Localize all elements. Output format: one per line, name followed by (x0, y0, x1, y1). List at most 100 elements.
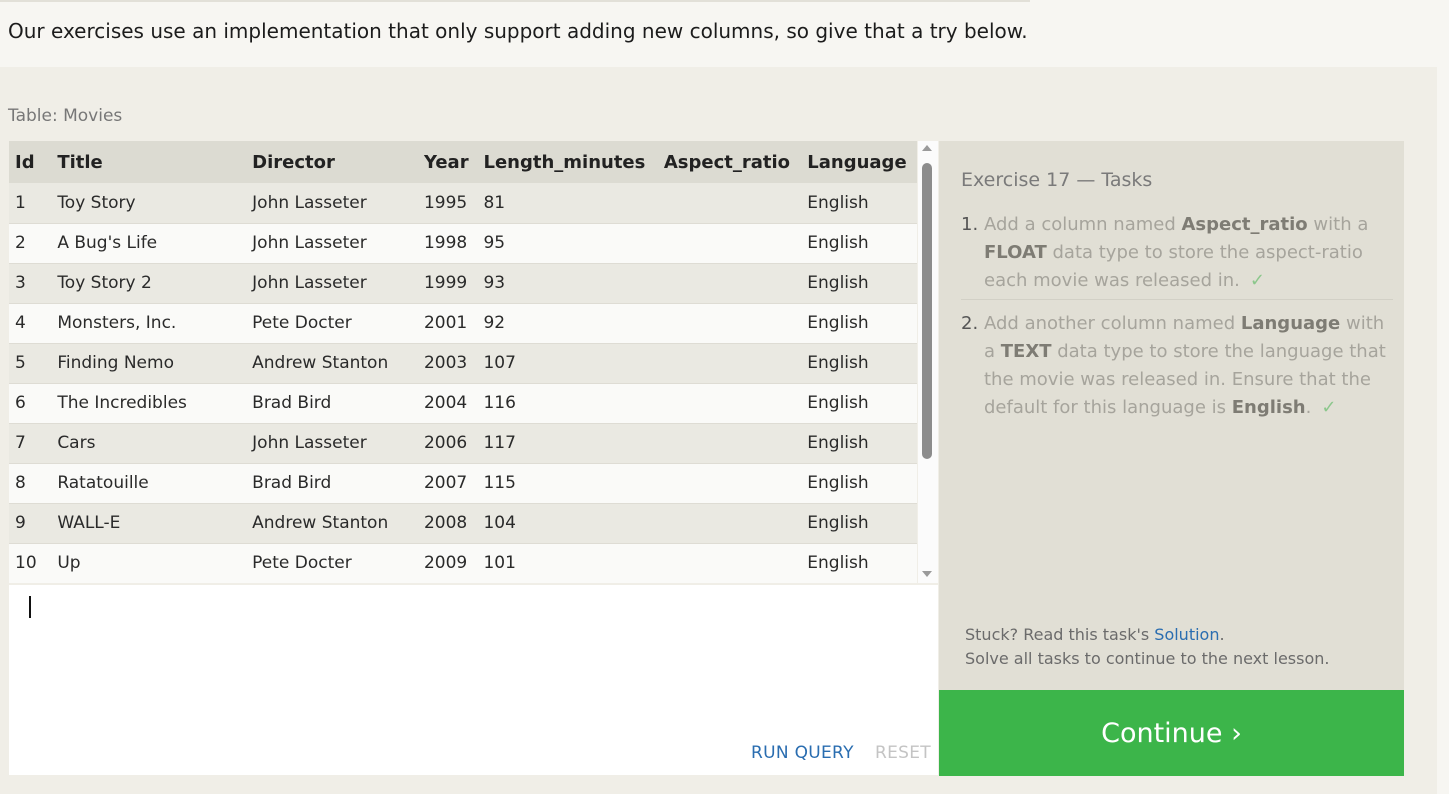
cell-aspect-ratio (664, 543, 807, 583)
task-keyword: TEXT (1000, 341, 1052, 362)
cell-year: 1995 (423, 192, 468, 213)
cell-year: 2006 (423, 433, 468, 453)
cell-aspect-ratio (664, 183, 807, 223)
cell-aspect-ratio (664, 223, 807, 263)
movies-table-container: Id Title Director Year Length_minutes As… (9, 141, 917, 583)
sql-editor[interactable]: RUN QUERY RESET (9, 585, 938, 775)
cell-length-minutes: 93 (483, 273, 506, 293)
task-number: 1. (961, 214, 979, 235)
run-query-button[interactable]: RUN QUERY (751, 743, 854, 763)
cell-length-minutes: 81 (483, 192, 506, 213)
cell-director: Pete Docter (252, 553, 352, 573)
cell-title: Cars (57, 433, 96, 453)
table-scrollbar[interactable] (918, 141, 938, 583)
task-text: . (1305, 397, 1312, 418)
cell-id: 5 (15, 353, 26, 373)
table-row: 10 Up Pete Docter 2009 101 English (9, 543, 917, 583)
cell-aspect-ratio (664, 463, 807, 503)
cell-aspect-ratio (664, 423, 807, 463)
cell-director: John Lasseter (252, 433, 367, 453)
task-item: 1. Add a column named Aspect_ratio with … (961, 211, 1393, 300)
cell-id: 7 (15, 433, 26, 453)
column-header-aspect-ratio: Aspect_ratio (663, 151, 791, 173)
task-keyword: Aspect_ratio (1181, 214, 1308, 235)
cell-title: A Bug's Life (57, 233, 158, 253)
cell-id: 6 (15, 393, 26, 413)
cell-title: Monsters, Inc. (57, 313, 177, 333)
cell-director: Pete Docter (252, 313, 352, 333)
column-header-id: Id (15, 151, 35, 173)
page-scrollbar[interactable] (1437, 0, 1449, 794)
table-caption: Table: Movies (8, 106, 123, 126)
cell-language: English (807, 433, 869, 453)
table-body: 1 Toy Story John Lasseter 1995 81 English 2 A B… (9, 183, 917, 583)
cell-director: Andrew Stanton (252, 353, 389, 373)
cell-aspect-ratio (664, 503, 807, 543)
cell-language: English (807, 192, 869, 213)
task-text: with a (1307, 214, 1369, 235)
cell-id: 10 (15, 553, 37, 573)
check-icon: ✓ (1321, 397, 1337, 418)
intro-band: Our exercises use an implementation that… (0, 0, 1437, 67)
cell-length-minutes: 116 (483, 393, 516, 413)
cell-director: Brad Bird (252, 473, 332, 493)
table-row: 6 The Incredibles Brad Bird 2004 116 English (9, 383, 917, 423)
table-row: 8 Ratatouille Brad Bird 2007 115 English (9, 463, 917, 503)
cell-director: Brad Bird (252, 393, 332, 413)
column-header-length-minutes: Length_minutes (483, 151, 646, 173)
scroll-down-arrow-icon[interactable] (922, 571, 932, 577)
table-row: 4 Monsters, Inc. Pete Docter 2001 92 English (9, 303, 917, 343)
cell-aspect-ratio (664, 303, 807, 343)
task-text: Add another column named (984, 313, 1241, 334)
stuck-text-end: . (1219, 625, 1225, 644)
cell-id: 4 (15, 313, 26, 333)
cell-id: 2 (15, 233, 26, 253)
column-header-year: Year (423, 151, 469, 173)
cell-length-minutes: 92 (483, 313, 506, 333)
text-caret (29, 596, 31, 618)
help-text: Stuck? Read this task's Solution. Solve … (965, 623, 1329, 671)
tasks-title: Exercise 17 — Tasks (961, 169, 1153, 191)
scroll-thumb[interactable] (922, 163, 932, 459)
continue-button[interactable]: Continue › (939, 690, 1404, 776)
cell-language: English (807, 473, 869, 493)
scroll-up-arrow-icon[interactable] (922, 145, 932, 151)
cell-year: 2004 (423, 393, 468, 413)
cell-year: 1998 (423, 233, 468, 253)
cell-year: 1999 (423, 273, 468, 293)
cell-year: 2001 (423, 313, 468, 333)
cell-language: English (807, 233, 869, 253)
cell-length-minutes: 115 (483, 473, 516, 493)
stuck-text: Stuck? Read this task's (965, 625, 1155, 644)
task-list: 1. Add a column named Aspect_ratio with … (961, 211, 1393, 422)
cell-length-minutes: 117 (483, 433, 516, 453)
cell-title: Finding Nemo (57, 353, 174, 373)
column-header-language: Language (807, 151, 907, 173)
check-icon: ✓ (1249, 270, 1265, 291)
cell-language: English (807, 273, 869, 293)
cell-director: Andrew Stanton (252, 513, 389, 533)
cell-language: English (807, 393, 869, 413)
table-row: 7 Cars John Lasseter 2006 117 English (9, 423, 917, 463)
table-row: 2 A Bug's Life John Lasseter 1998 95 English (9, 223, 917, 263)
solution-link[interactable]: Solution (1154, 625, 1219, 644)
tasks-panel: Exercise 17 — Tasks 1. Add a column name… (939, 141, 1404, 690)
cell-language: English (807, 353, 869, 373)
cell-language: English (807, 313, 869, 333)
cell-id: 1 (15, 192, 26, 213)
cell-aspect-ratio (664, 263, 807, 303)
cell-year: 2003 (423, 353, 468, 373)
cell-title: Toy Story 2 (57, 273, 152, 293)
column-header-title: Title (57, 151, 103, 173)
table-row: 9 WALL-E Andrew Stanton 2008 104 English (9, 503, 917, 543)
divider (0, 0, 1030, 2)
cell-year: 2009 (423, 553, 468, 573)
cell-title: The Incredibles (57, 393, 187, 413)
cell-id: 8 (15, 473, 26, 493)
table-header-row: Id Title Director Year Length_minutes As… (9, 141, 917, 183)
cell-director: John Lasseter (252, 233, 367, 253)
table-row: 3 Toy Story 2 John Lasseter 1999 93 English (9, 263, 917, 303)
reset-button[interactable]: RESET (875, 743, 931, 763)
movies-table: Id Title Director Year Length_minutes As… (9, 141, 917, 583)
cell-language: English (807, 553, 869, 573)
